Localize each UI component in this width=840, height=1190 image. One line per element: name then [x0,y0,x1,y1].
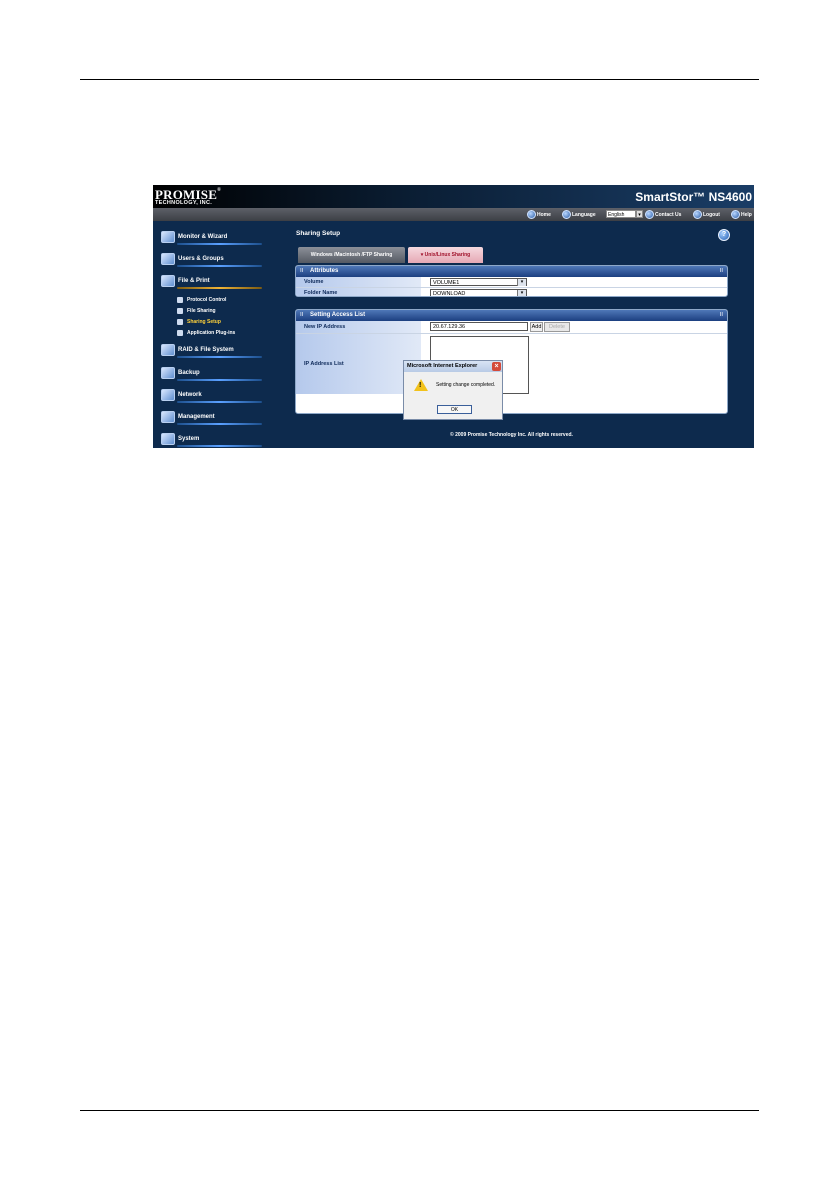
alert-dialog: Microsoft Internet Explorer × ! Setting … [403,360,503,420]
raid-icon [161,344,175,356]
contact-icon [645,210,654,219]
setup-icon [177,319,183,325]
plugin-icon [177,330,183,336]
chevron-down-icon: ▾ [517,279,526,286]
protocol-icon [177,297,183,303]
app-window: PROMISE® TECHNOLOGY, INC. SmartStor™ NS4… [153,185,754,448]
sidebar-item-system[interactable]: System [161,433,199,445]
sidebar-item-management[interactable]: Management [161,411,215,423]
tab-windows-macintosh-ftp[interactable]: Windows /Macintosh /FTP Sharing [298,247,405,263]
sidebar-divider [177,243,262,245]
promise-logo: PROMISE® TECHNOLOGY, INC. [155,187,222,206]
sidebar-subitem-protocol-control[interactable]: Protocol Control [177,297,226,303]
network-icon [161,389,175,401]
sidebar-item-users-groups[interactable]: Users & Groups [161,253,224,265]
page-bottom-rule [80,1110,759,1111]
chevron-down-icon[interactable]: ▾ [636,210,643,218]
home-icon [527,210,536,219]
sidebar-item-monitor-wizard[interactable]: Monitor & Wizard [161,231,227,243]
sidebar-divider [177,401,262,403]
chevron-down-icon: ▾ [517,290,526,296]
copyright-footer: © 2009 Promise Technology Inc. All right… [450,432,573,438]
attributes-panel: ⁞⁞ Attributes ⁞⁞ Volume VOLUME1 ▾ Folder… [295,265,728,297]
grip-icon: ⁞⁞ [300,312,304,318]
sidebar: Monitor & Wizard Users & Groups File & P… [153,221,290,448]
share-icon [177,308,183,314]
language-label: Language [562,210,596,219]
sidebar-divider [177,265,262,267]
sidebar-divider [177,379,262,381]
access-list-panel: ⁞⁞ Setting Access List ⁞⁞ New IP Address… [295,309,728,414]
add-button[interactable]: Add [530,322,543,332]
nav-bar: Home Language Contact Us Logout Help [153,208,754,221]
volume-label: Volume [296,277,421,287]
warning-mark: ! [419,382,422,389]
dialog-message: Setting change completed. [436,382,496,388]
home-link[interactable]: Home [527,210,551,219]
dialog-title: Microsoft Internet Explorer × [404,361,502,372]
folder-row: Folder Name DOWNLOAD ▾ [296,288,727,296]
system-icon [161,433,175,445]
help-link[interactable]: Help [731,210,752,219]
volume-select[interactable]: VOLUME1 ▾ [430,278,527,286]
panel-header: ⁞⁞ Attributes ⁞⁞ [296,266,727,277]
sidebar-divider [177,423,262,425]
sidebar-item-backup[interactable]: Backup [161,367,200,379]
panel-header: ⁞⁞ Setting Access List ⁞⁞ [296,310,727,321]
close-icon[interactable]: × [492,362,501,371]
page-title: Sharing Setup [296,230,341,237]
sidebar-subitem-application-plugins[interactable]: Application Plug-ins [177,330,235,336]
sidebar-divider [177,445,262,447]
new-ip-input[interactable]: 20.67.129.36 [430,322,528,331]
volume-row: Volume VOLUME1 ▾ [296,277,727,288]
collapse-icon[interactable]: ⁞⁞ [720,266,723,277]
delete-button[interactable]: Delete [544,322,570,332]
collapse-icon[interactable]: ⁞⁞ [720,310,723,321]
tab-unix-linux[interactable]: ▾ Unix/Linux Sharing [408,247,483,263]
sidebar-divider-active [177,287,262,289]
folder-name-label: Folder Name [296,288,421,296]
monitor-icon [161,231,175,243]
logout-icon [693,210,702,219]
printer-icon [161,275,175,287]
product-name: SmartStor™ NS4600 [635,190,752,204]
sidebar-item-network[interactable]: Network [161,389,202,401]
new-ip-label: New IP Address [296,321,421,333]
page-top-rule [80,79,759,80]
contact-link[interactable]: Contact Us [645,210,681,219]
ok-button[interactable]: OK [437,405,472,414]
backup-icon [161,367,175,379]
sidebar-item-raid-file-system[interactable]: RAID & File System [161,344,234,356]
main-content: Sharing Setup ? Windows /Macintosh /FTP … [295,221,754,448]
language-select[interactable]: English [606,210,636,218]
help-icon [731,210,740,219]
ip-list-row: IP Address List [296,334,727,394]
sidebar-divider [177,356,262,358]
sidebar-subitem-file-sharing[interactable]: File Sharing [177,308,216,314]
sidebar-subitem-sharing-setup[interactable]: Sharing Setup [177,319,221,325]
help-circle-icon[interactable]: ? [718,229,730,241]
sidebar-item-file-print[interactable]: File & Print [161,275,210,287]
new-ip-row: New IP Address 20.67.129.36 Add Delete [296,321,727,334]
users-icon [161,253,175,265]
grip-icon: ⁞⁞ [300,268,304,274]
top-banner: PROMISE® TECHNOLOGY, INC. SmartStor™ NS4… [153,185,754,208]
folder-name-select[interactable]: DOWNLOAD ▾ [430,289,527,296]
logout-link[interactable]: Logout [693,210,720,219]
management-icon [161,411,175,423]
globe-icon [562,210,571,219]
